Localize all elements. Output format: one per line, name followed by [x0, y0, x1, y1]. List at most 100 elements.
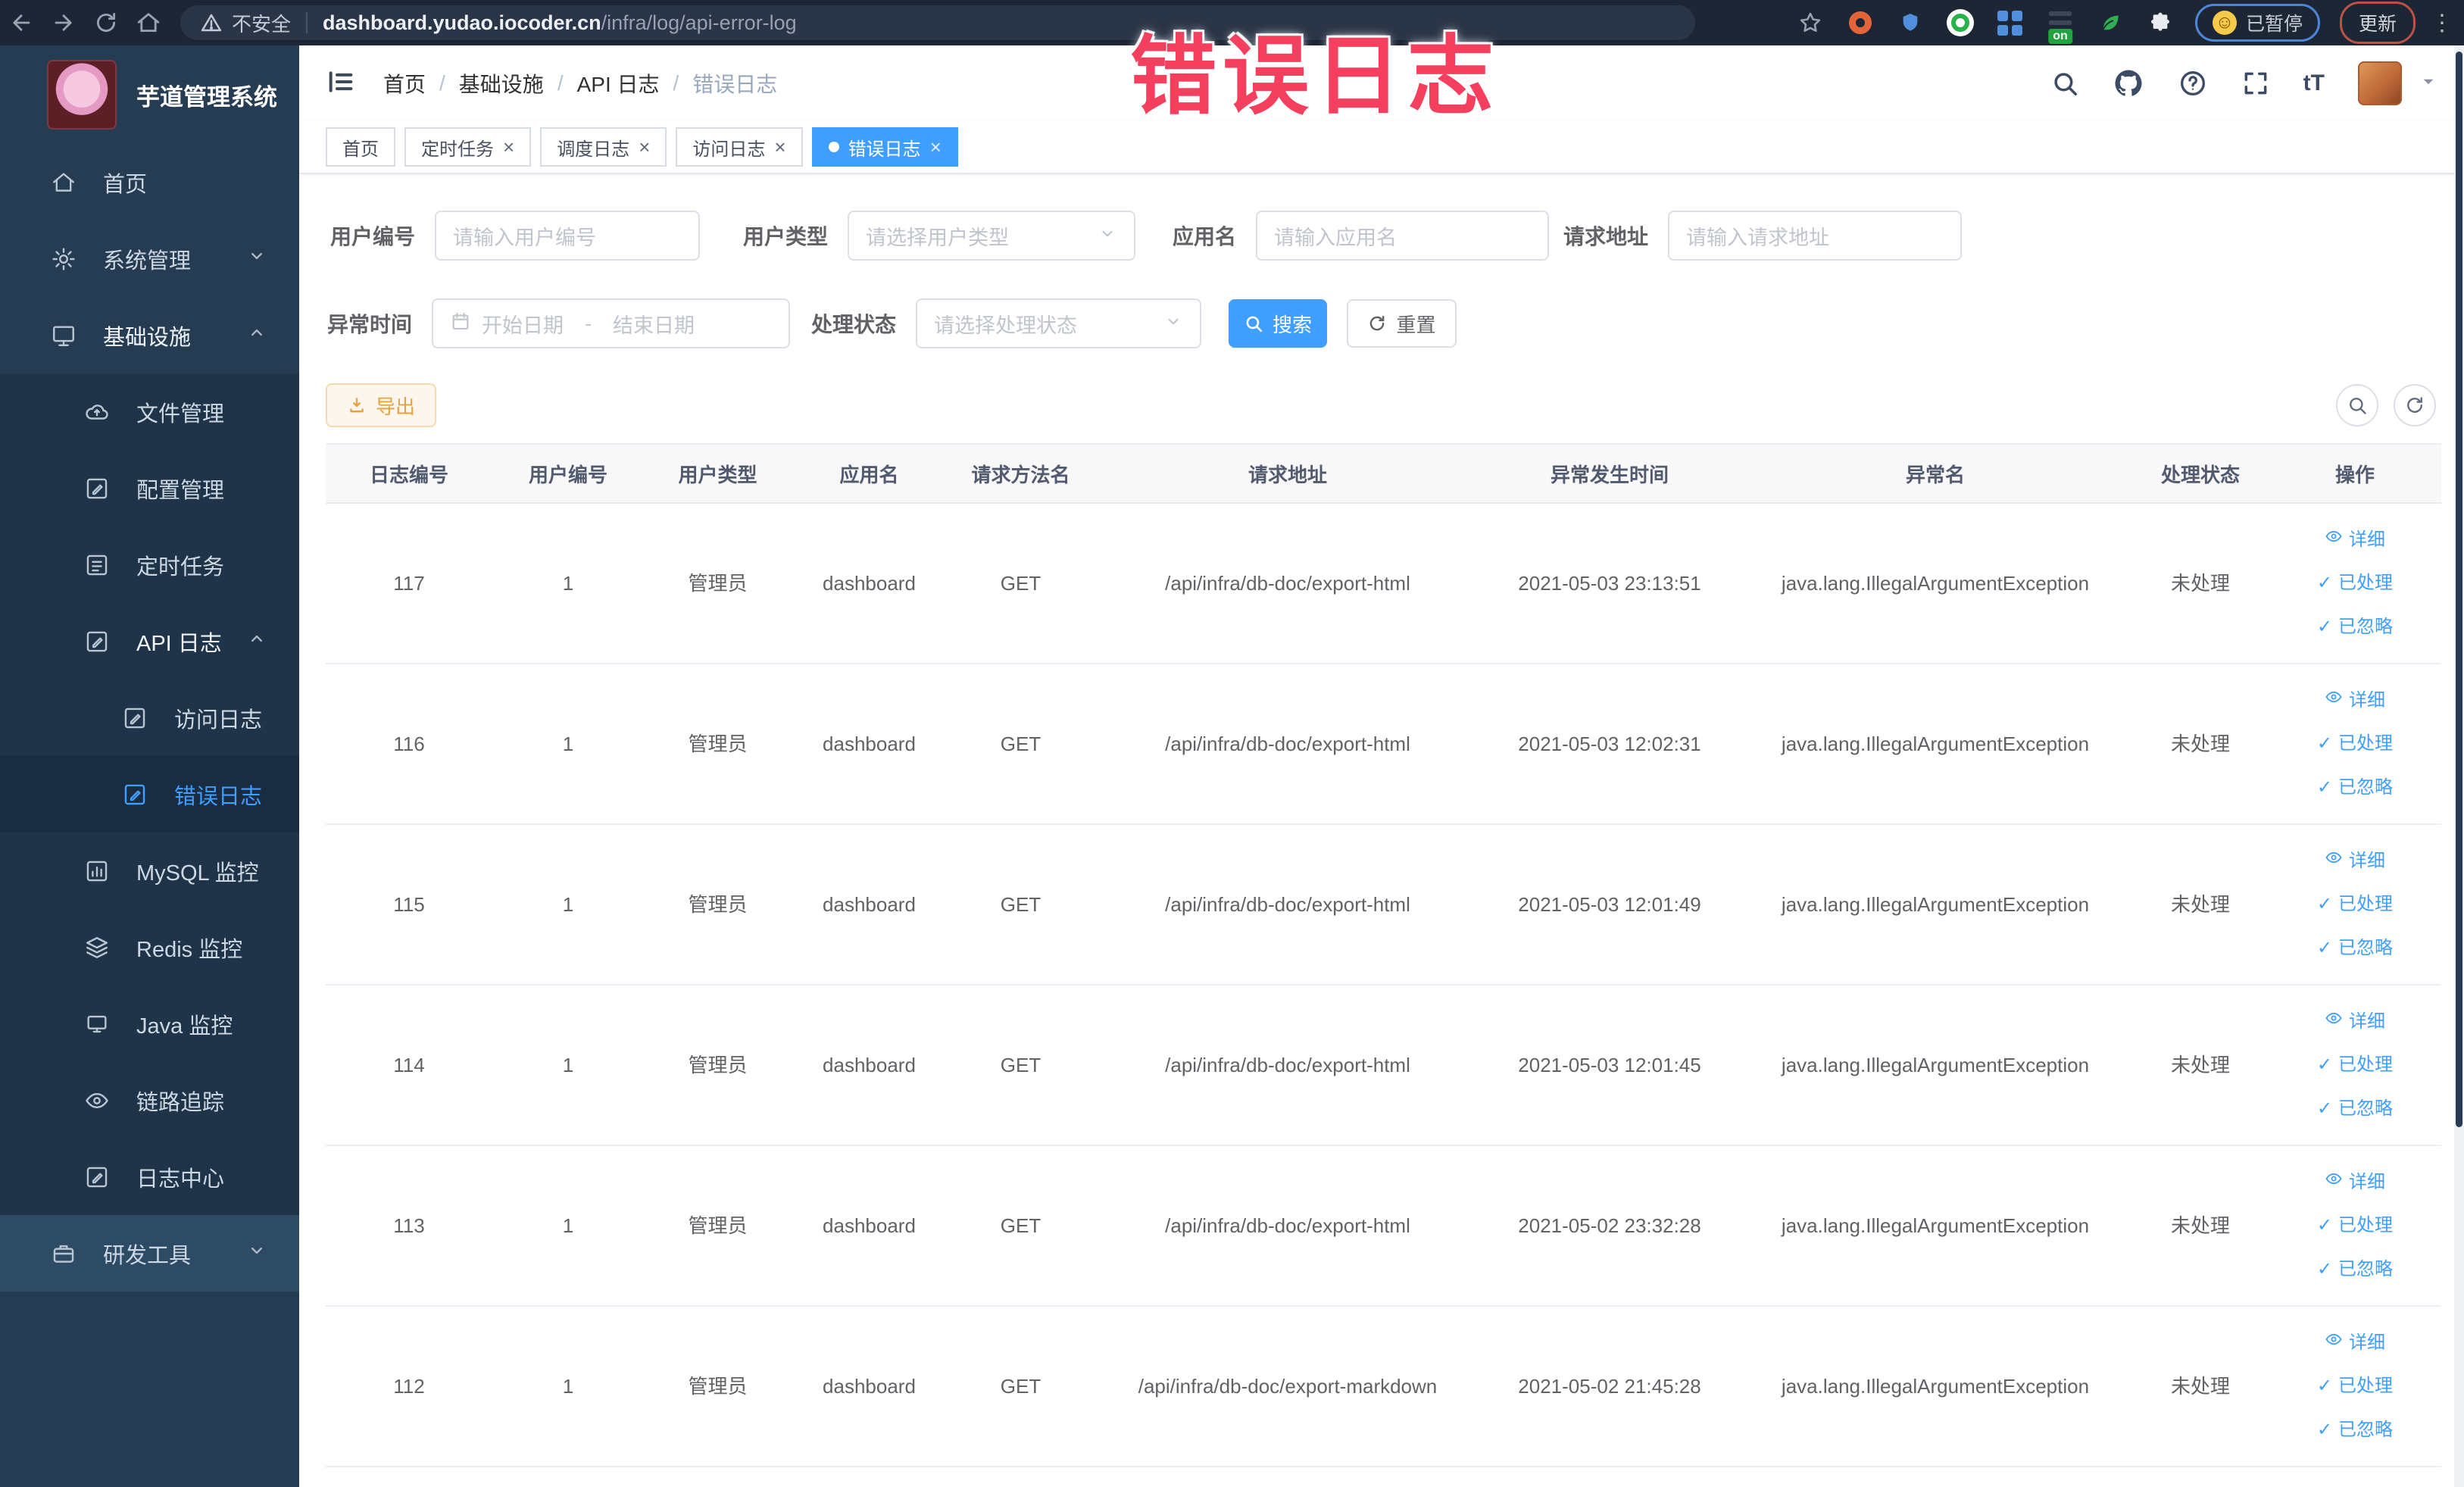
sidebar-item-研发工具[interactable]: 研发工具: [0, 1215, 299, 1292]
action-link-已处理[interactable]: ✓ 已处理: [2317, 731, 2393, 757]
cell-url: /api/infra/db-doc/export-html: [1165, 1214, 1410, 1237]
browser-update-button[interactable]: 更新: [2339, 2, 2416, 44]
sidebar-item-Java 监控[interactable]: Java 监控: [0, 986, 299, 1062]
tab-定时任务[interactable]: 定时任务 ×: [404, 127, 532, 167]
action-link-已处理[interactable]: ✓ 已处理: [2317, 1052, 2393, 1078]
sidebar-item-MySQL 监控[interactable]: MySQL 监控: [0, 833, 299, 909]
help-icon[interactable]: [2178, 68, 2208, 98]
extensions-puzzle-icon[interactable]: [2145, 8, 2175, 38]
sidebar-item-基础设施[interactable]: 基础设施: [0, 297, 299, 373]
home-icon: [48, 170, 79, 195]
search-button[interactable]: 搜索: [1229, 299, 1327, 348]
log-edit-icon: [120, 705, 150, 731]
sidebar-item-配置管理[interactable]: 配置管理: [0, 450, 299, 526]
forward-icon[interactable]: [42, 5, 85, 40]
font-size-icon[interactable]: tT: [2303, 70, 2325, 96]
extension-leaf-icon[interactable]: [2095, 8, 2125, 38]
table-column-header-用户类型: 用户类型: [678, 463, 757, 486]
action-link-详细[interactable]: 详细: [2325, 688, 2385, 714]
back-icon[interactable]: [0, 5, 42, 40]
search-button-group: 搜索: [1229, 299, 1327, 348]
breadcrumb-item-API 日志[interactable]: API 日志: [577, 68, 660, 98]
github-icon[interactable]: [2113, 67, 2144, 99]
cell-exception: java.lang.IllegalArgumentException: [1781, 892, 2090, 916]
date-range-input[interactable]: 开始日期 - 结束日期: [432, 298, 791, 348]
action-link-已忽略[interactable]: ✓ 已忽略: [2317, 936, 2393, 961]
page-scrollbar[interactable]: [2454, 45, 2464, 1487]
start-date-placeholder: 开始日期: [482, 314, 564, 337]
sidebar-item-定时任务[interactable]: 定时任务: [0, 526, 299, 603]
tab-错误日志[interactable]: 错误日志 ×: [811, 127, 958, 167]
action-link-已忽略[interactable]: ✓ 已忽略: [2317, 775, 2393, 801]
bookmark-star-icon[interactable]: [1795, 8, 1825, 38]
sidebar-item-系统管理[interactable]: 系统管理: [0, 220, 299, 297]
sidebar-item-错误日志[interactable]: 错误日志: [0, 756, 299, 833]
user-avatar[interactable]: [2358, 61, 2402, 105]
action-link-已忽略[interactable]: ✓ 已忽略: [2317, 1417, 2393, 1443]
check-icon: ✓: [2316, 894, 2333, 915]
table-column-header-日志编号: 日志编号: [369, 463, 448, 486]
sidebar-item-label: MySQL 监控: [136, 861, 259, 886]
action-link-详细[interactable]: 详细: [2325, 1330, 2385, 1356]
home-nav-icon[interactable]: [127, 5, 170, 40]
user-type-select[interactable]: 请选择用户类型: [848, 211, 1136, 261]
action-link-已忽略[interactable]: ✓ 已忽略: [2317, 614, 2393, 640]
cell-user_type: 管理员: [688, 732, 748, 755]
cell-user_id: 1: [562, 892, 574, 916]
sidebar-item-链路追踪[interactable]: 链路追踪: [0, 1062, 299, 1139]
action-link-已处理[interactable]: ✓ 已处理: [2317, 1373, 2393, 1399]
sidebar-item-API 日志[interactable]: API 日志: [0, 603, 299, 679]
scrollbar-thumb[interactable]: [2456, 52, 2462, 1127]
reset-button[interactable]: 重置: [1347, 299, 1457, 348]
security-indicator[interactable]: 不安全: [200, 9, 291, 37]
fullscreen-icon[interactable]: [2241, 69, 2270, 98]
action-link-详细[interactable]: 详细: [2325, 1170, 2385, 1195]
cell-method: GET: [1000, 1053, 1042, 1076]
process-status-select[interactable]: 请选择处理状态: [916, 298, 1202, 348]
action-link-详细[interactable]: 详细: [2325, 1009, 2385, 1035]
tab-首页[interactable]: 首页: [326, 127, 395, 167]
user-id-input[interactable]: 请输入用户编号: [435, 211, 701, 261]
action-link-已处理[interactable]: ✓ 已处理: [2317, 1213, 2393, 1239]
paused-extension-pill[interactable]: ☺ 已暂停: [2194, 4, 2320, 42]
extension-switch-icon[interactable]: on: [2045, 8, 2075, 44]
sidebar-item-Redis 监控[interactable]: Redis 监控: [0, 909, 299, 986]
sidebar-item-label: 首页: [103, 172, 148, 197]
request-url-input[interactable]: 请输入请求地址: [1668, 211, 1963, 261]
sidebar-item-日志中心[interactable]: 日志中心: [0, 1139, 299, 1215]
extension-adblock-icon[interactable]: [1845, 8, 1875, 38]
extension-shield-icon[interactable]: [1895, 8, 1925, 38]
avatar-caret-icon[interactable]: [2419, 72, 2438, 95]
extension-green-circle-icon[interactable]: [1945, 8, 1975, 38]
app-name-input[interactable]: 请输入应用名: [1256, 211, 1550, 261]
cell-id: 114: [393, 1053, 425, 1076]
action-link-已忽略[interactable]: ✓ 已忽略: [2317, 1257, 2393, 1282]
filter-exception-time: 异常时间 开始日期 - 结束日期: [327, 298, 791, 348]
chrome-menu-icon[interactable]: ⋮: [2431, 10, 2453, 36]
refresh-table-button[interactable]: [2394, 384, 2436, 426]
reload-icon[interactable]: [85, 5, 127, 40]
breadcrumb-item-首页[interactable]: 首页: [383, 68, 426, 98]
app-logo-row[interactable]: 芋道管理系统: [0, 45, 299, 144]
sidebar-item-访问日志[interactable]: 访问日志: [0, 679, 299, 756]
export-button[interactable]: 导出: [326, 383, 437, 427]
toggle-search-button[interactable]: [2336, 384, 2378, 426]
breadcrumb-item-基础设施[interactable]: 基础设施: [459, 68, 544, 98]
close-icon[interactable]: ×: [639, 137, 650, 157]
action-link-已处理[interactable]: ✓ 已处理: [2317, 892, 2393, 917]
tab-访问日志[interactable]: 访问日志 ×: [676, 127, 803, 167]
action-link-详细[interactable]: 详细: [2325, 848, 2385, 874]
action-link-已处理[interactable]: ✓ 已处理: [2317, 570, 2393, 596]
close-icon[interactable]: ×: [930, 137, 942, 157]
search-icon[interactable]: [2050, 69, 2079, 98]
action-link-详细[interactable]: 详细: [2325, 527, 2385, 553]
close-icon[interactable]: ×: [774, 137, 785, 157]
collapse-sidebar-icon[interactable]: [326, 67, 356, 101]
close-icon[interactable]: ×: [503, 137, 514, 157]
cell-actions: 详细 ✓ 已处理 ✓ 已忽略: [2269, 1009, 2441, 1122]
action-link-已忽略[interactable]: ✓ 已忽略: [2317, 1096, 2393, 1122]
extension-grid-icon[interactable]: [1995, 8, 2025, 38]
sidebar-item-文件管理[interactable]: 文件管理: [0, 373, 299, 450]
sidebar-item-首页[interactable]: 首页: [0, 144, 299, 220]
tab-调度日志[interactable]: 调度日志 ×: [540, 127, 667, 167]
